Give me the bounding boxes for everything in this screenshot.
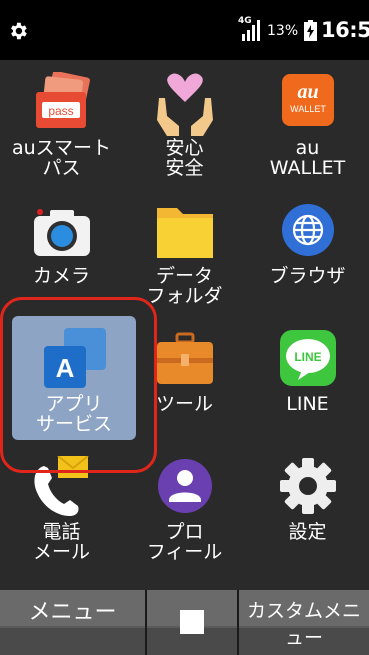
app-label: au WALLET (269, 137, 346, 179)
hands-heart-icon (156, 73, 213, 136)
app-grid: pass auスマート パス 安心 安全 au WALLET au WALLET (0, 60, 369, 590)
settings-gear-icon[interactable] (7, 20, 29, 42)
custom-menu-softkey[interactable]: カスタムメニュー (239, 590, 369, 655)
app-label: 安心 安全 (165, 137, 204, 179)
svg-text:au: au (297, 81, 318, 103)
line-icon: LINE (279, 330, 336, 386)
app-label: 設定 (288, 521, 327, 543)
app-label: LINE (286, 393, 329, 415)
app-data-folder[interactable]: データ フォルダ (123, 188, 246, 313)
battery-charging-icon (304, 20, 317, 41)
app-label: 電話 メール (32, 521, 90, 563)
menu-softkey-label: メニュー (28, 600, 117, 625)
app-label: auスマート パス (11, 137, 112, 179)
app-label: カメラ (32, 265, 90, 287)
center-softkey[interactable] (147, 590, 237, 655)
au-wallet-icon: au WALLET (281, 74, 334, 126)
app-label: ブラウザ (269, 265, 346, 287)
app-au-smart-pass[interactable]: pass auスマート パス (0, 60, 123, 185)
globe-icon (281, 204, 334, 256)
toolbox-icon (156, 332, 213, 384)
phone-screen: 4G 13% 16:55 pass auスマート パス (0, 0, 369, 655)
pass-cards-icon: pass (35, 72, 90, 128)
app-browser[interactable]: ブラウザ (246, 188, 369, 313)
menu-softkey[interactable]: メニュー (0, 590, 145, 655)
highlight-frame (0, 297, 157, 473)
app-settings[interactable]: 設定 (246, 444, 369, 569)
gear-icon (279, 458, 336, 514)
signal-icon (242, 20, 260, 41)
svg-text:LINE: LINE (294, 350, 321, 364)
softkey-bar: メニュー カスタムメニュー (0, 590, 369, 655)
stop-square-icon (180, 610, 204, 634)
svg-text:WALLET: WALLET (290, 104, 326, 114)
pass-text: pass (48, 104, 73, 118)
app-camera[interactable]: カメラ (0, 188, 123, 313)
battery-percent: 13% (267, 23, 299, 39)
clock: 16:55 (321, 18, 369, 42)
app-label: プロ フィール (146, 521, 223, 563)
status-bar: 4G 13% 16:55 (0, 0, 369, 60)
app-au-wallet[interactable]: au WALLET au WALLET (246, 60, 369, 185)
camera-icon (33, 209, 90, 256)
folder-icon (156, 208, 213, 258)
profile-icon (157, 459, 212, 513)
app-line[interactable]: LINE LINE (246, 316, 369, 441)
custom-menu-softkey-label: カスタムメニュー (246, 600, 361, 649)
app-anshin-anzen[interactable]: 安心 安全 (123, 60, 246, 185)
